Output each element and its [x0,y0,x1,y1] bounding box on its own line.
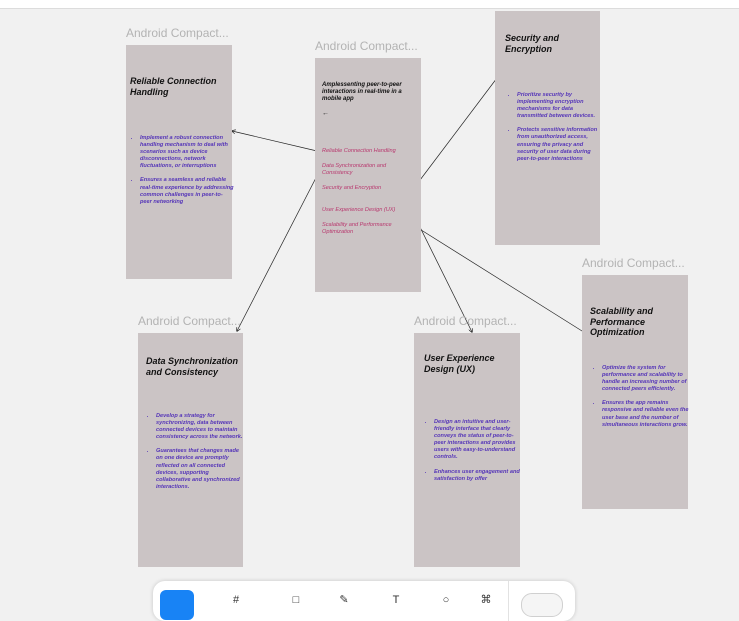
connector-reliable [232,131,318,152]
frame-main-menu[interactable]: Amplessenting peer-to-peer interactions … [315,58,421,292]
frame-label-reliable[interactable]: Android Compact... [126,26,229,40]
frame-label-main[interactable]: Android Compact... [315,39,418,53]
frame-ux-design[interactable]: User Experience Design (UX) Design an in… [414,333,520,567]
frame-data-sync[interactable]: Data Synchronization and Consistency Dev… [138,333,243,567]
frame-reliable-connection[interactable]: Reliable Connection Handling Implement a… [126,45,234,279]
menu-item-security[interactable]: Security and Encryption [322,185,417,192]
card-title: Reliable Connection Handling [130,76,217,97]
bullet-item: Ensures a seamless and reliable real-tim… [140,177,234,205]
bullet-list: Prioritize security by implementing encr… [509,92,601,170]
bullet-list: Design an intuitive and user-friendly in… [426,419,524,490]
main-title: Amplessenting peer-to-peer interactions … [322,82,402,103]
actions-icon[interactable]: ⌘ [479,593,493,607]
connector-security [413,70,503,189]
frame-label-scalability[interactable]: Android Compact... [582,256,685,270]
bullet-item: Enhances user engagement and satisfactio… [434,469,524,483]
toolbar-divider [508,581,509,621]
bullet-item: Design an intuitive and user-friendly in… [434,419,524,462]
menu-item-scalability[interactable]: Scalability and Performance Optimization [322,222,417,236]
text-tool-icon[interactable]: T [389,593,403,607]
menu-item-reliable[interactable]: Reliable Connection Handling [322,148,417,155]
frame-tool-icon[interactable]: # [229,593,243,607]
bullet-list: Optimize the system for performance and … [594,365,690,436]
bullet-item: Ensures the app remains responsive and r… [602,400,690,428]
connector-datasync [237,169,321,331]
card-title: User Experience Design (UX) [424,353,495,374]
bullet-item: Develop a strategy for synchronizing, da… [156,413,244,441]
bullet-list: Implement a robust connection handling m… [132,135,234,213]
shape-tool-icon[interactable]: □ [289,593,303,607]
bullet-item: Protects sensitive information from unau… [517,127,601,162]
back-arrow-icon[interactable]: ← [322,110,329,117]
bullet-item: Implement a robust connection handling m… [140,135,234,170]
menu-item-ux[interactable]: User Experience Design (UX) [322,207,417,214]
frame-label-ux[interactable]: Android Compact... [414,314,517,328]
comment-tool-icon[interactable]: ○ [439,593,453,607]
card-title: Scalability and Performance Optimization [590,306,654,337]
pen-tool-icon[interactable]: ✎ [337,593,351,607]
bullet-item: Optimize the system for performance and … [602,365,690,393]
frame-scalability[interactable]: Scalability and Performance Optimization… [582,275,688,509]
menu-item-datasync[interactable]: Data Synchronization and Consistency [322,163,417,177]
card-title: Data Synchronization and Consistency [146,356,239,377]
bullet-list: Develop a strategy for synchronizing, da… [148,413,244,498]
bullet-item: Guarantees that changes made on one devi… [156,448,244,491]
frame-label-datasync[interactable]: Android Compact... [138,314,241,328]
dev-mode-toggle[interactable] [521,593,563,617]
bottom-toolbar: # □ ✎ T ○ ⌘ [153,581,575,621]
frame-security-encryption[interactable]: Security and Encryption Prioritize secur… [495,11,600,245]
bullet-item: Prioritize security by implementing encr… [517,92,601,120]
card-title: Security and Encryption [505,33,560,54]
move-tool-icon[interactable] [160,590,194,620]
